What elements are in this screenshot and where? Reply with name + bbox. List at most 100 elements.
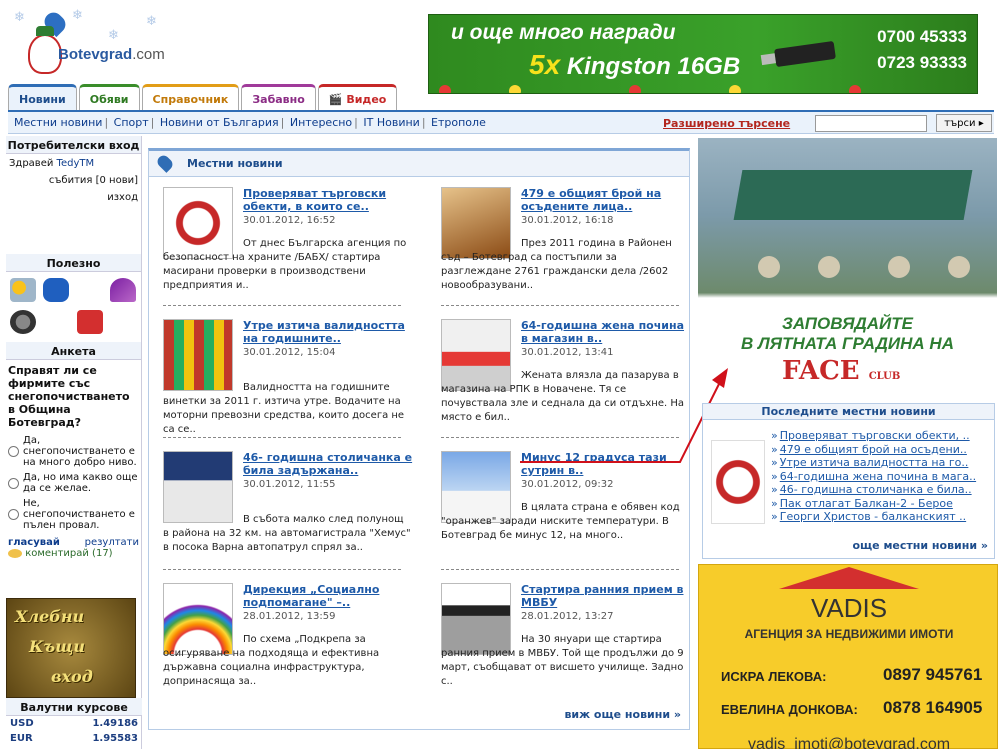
vadis-email: vadis_imoti@botevgrad.com bbox=[747, 736, 951, 749]
currency-box: Валутни курсове USD 1.49186 EUR 1.95583 bbox=[6, 698, 142, 746]
article-card[interactable]: 46- годишна столичанка е била задържана.… bbox=[163, 451, 412, 573]
latest-news-item[interactable]: Проверяват търговски обекти, .. bbox=[771, 429, 976, 443]
poll-option[interactable]: Не, снегопочистването е пълен провал. bbox=[8, 498, 139, 531]
blank-icon bbox=[76, 278, 103, 302]
article-card[interactable]: 64-годишна жена почина в магазин в.. 30.… bbox=[441, 319, 685, 441]
poll-option[interactable]: Да, снегопочистването е на много добро н… bbox=[8, 435, 139, 468]
contact-name: ЕВЕЛИНА ДОНКОВА: bbox=[721, 702, 858, 717]
witch-hat-icon[interactable] bbox=[109, 278, 136, 302]
weather-icon[interactable] bbox=[10, 278, 36, 302]
useful-icons bbox=[6, 272, 141, 342]
tab-news[interactable]: Новини bbox=[8, 84, 77, 110]
poll-option[interactable]: Да, но има какво още да се желае. bbox=[8, 472, 139, 494]
latest-news-item[interactable]: 479 е общият брой на осъдени.. bbox=[771, 443, 976, 457]
latest-news-item[interactable]: 46- годишна столичанка е била.. bbox=[771, 483, 976, 497]
article-title[interactable]: 46- годишна столичанка е била задържана.… bbox=[243, 451, 413, 477]
search-input[interactable] bbox=[815, 115, 927, 132]
search-button[interactable]: търси ▸ bbox=[936, 114, 992, 132]
subnav-etropole[interactable]: Етрополе bbox=[431, 116, 486, 129]
article-title[interactable]: 64-годишна жена почина в магазин в.. bbox=[521, 319, 691, 345]
divider bbox=[163, 437, 401, 438]
username-link[interactable]: TedyTM bbox=[57, 158, 95, 169]
poll-box: Справят ли се фирмите със снегопочистван… bbox=[6, 360, 141, 563]
ornament-icon bbox=[509, 85, 521, 93]
article-excerpt: През 2011 година в Районен съд – Ботевгр… bbox=[441, 238, 672, 291]
article-title[interactable]: Дирекция „Социално подпомагане" –.. bbox=[243, 583, 413, 609]
article-title[interactable]: Проверяват търговски обекти, в които се.… bbox=[243, 187, 413, 213]
vadis-realestate-ad[interactable]: VADIS АГЕНЦИЯ ЗА НЕДВИЖИМИ ИМОТИ ИСКРА Л… bbox=[698, 564, 998, 749]
ad-headline: ЗАПОВЯДАЙТЕ В ЛЯТНАТА ГРАДИНА НА bbox=[741, 314, 954, 353]
article-card[interactable]: 479 е общият брой на осъдените лица.. 30… bbox=[441, 187, 685, 309]
latest-news-item[interactable]: Пак отлагат Балкан-2 - Берое bbox=[771, 497, 976, 511]
vote-link[interactable]: гласувай bbox=[8, 537, 60, 548]
article-date: 28.01.2012, 13:59 bbox=[243, 611, 336, 622]
contact-phone: 0897 945761 bbox=[883, 665, 983, 684]
snowflake-icon: ❄ bbox=[108, 28, 119, 43]
tab-directory[interactable]: Справочник bbox=[141, 84, 240, 110]
ornament-icon bbox=[729, 85, 741, 93]
bfsa-logo-thumb[interactable] bbox=[711, 440, 765, 524]
face-club-ad[interactable]: ЗАПОВЯДАЙТЕ В ЛЯТНАТА ГРАДИНА НА FACE CLU… bbox=[698, 138, 997, 396]
article-date: 30.01.2012, 15:04 bbox=[243, 347, 336, 358]
article-title[interactable]: Стартира ранния прием в МВБУ bbox=[521, 583, 691, 609]
article-card[interactable]: Проверяват търговски обекти, в които се.… bbox=[163, 187, 407, 309]
article-title[interactable]: Утре изтича валидността на годишните.. bbox=[243, 319, 413, 345]
login-box: Здравей TedyTM събития [0 нови] изход bbox=[6, 154, 141, 254]
subnav-sport[interactable]: Спорт bbox=[114, 116, 149, 129]
article-title[interactable]: 479 е общият брой на осъдените лица.. bbox=[521, 187, 691, 213]
subnav-interesting[interactable]: Интересно bbox=[290, 116, 352, 129]
article-card[interactable]: Дирекция „Социално подпомагане" –.. 28.0… bbox=[163, 583, 407, 705]
subnav-it-news[interactable]: IT Новини bbox=[363, 116, 419, 129]
tab-fun[interactable]: Забавно bbox=[241, 84, 316, 110]
divider bbox=[163, 569, 401, 570]
local-news-panel: Местни новини Проверяват търговски обект… bbox=[148, 148, 690, 730]
blank-icon bbox=[43, 310, 70, 334]
subnav-bulgaria[interactable]: Новини от България bbox=[160, 116, 279, 129]
article-excerpt: В цялата страна е обявен код "оранжев" з… bbox=[441, 502, 680, 541]
header-banner-ad[interactable]: и още много награди 5x Kingston 16GB 070… bbox=[428, 14, 978, 94]
radio-button[interactable] bbox=[8, 509, 19, 520]
latest-news-item[interactable]: Утре изтича валидността на го.. bbox=[771, 456, 976, 470]
sidebar-bakery-ad[interactable]: Хлебни Къщи вход bbox=[6, 598, 136, 698]
article-card[interactable]: Утре изтича валидността на годишните.. 3… bbox=[163, 319, 407, 441]
radio-button[interactable] bbox=[8, 446, 19, 457]
more-local-news-link[interactable]: още местни новини » bbox=[852, 539, 988, 552]
phone-icon[interactable] bbox=[76, 310, 103, 334]
site-logo[interactable]: ❄ ❄ ❄ ❄ Botevgrad.com bbox=[12, 8, 172, 80]
article-card[interactable]: Минус 12 градуса тази сутрин в.. 30.01.2… bbox=[441, 451, 685, 573]
site-header: ❄ ❄ ❄ ❄ Botevgrad.com и още много наград… bbox=[0, 0, 1001, 110]
poll-question: Справят ли се фирмите със снегопочистван… bbox=[8, 364, 130, 429]
ornament-icon bbox=[439, 85, 451, 93]
logout-link[interactable]: изход bbox=[107, 192, 138, 203]
events-link[interactable]: събития [0 нови] bbox=[49, 175, 138, 186]
ornament-icon bbox=[629, 85, 641, 93]
article-title[interactable]: Минус 12 градуса тази сутрин в.. bbox=[521, 451, 691, 477]
latest-news-item[interactable]: 64-годишна жена почина в мага.. bbox=[771, 470, 976, 484]
divider bbox=[441, 305, 679, 306]
latest-news-item[interactable]: Георги Христов - балканският .. bbox=[771, 510, 976, 524]
tab-video[interactable]: 🎬 Видео bbox=[317, 84, 398, 110]
more-news-link[interactable]: виж още новини » bbox=[564, 708, 681, 721]
table-graphic bbox=[948, 256, 970, 278]
film-reel-icon[interactable] bbox=[10, 310, 36, 334]
roof-graphic bbox=[779, 567, 919, 589]
subnav-local-news[interactable]: Местни новини bbox=[14, 116, 102, 129]
radio-button[interactable] bbox=[8, 477, 19, 489]
snowflake-icon: ❄ bbox=[146, 14, 157, 29]
main-tabs: Новини Обяви Справочник Забавно 🎬 Видео bbox=[8, 84, 399, 110]
advanced-search-link[interactable]: Разширено търсене bbox=[663, 117, 790, 130]
snowflake-icon: ❄ bbox=[72, 8, 83, 23]
article-excerpt: Валидността на годишните винетки за 2011… bbox=[163, 382, 405, 435]
vadis-name: VADIS bbox=[810, 593, 888, 623]
greeting: Здравей bbox=[9, 158, 54, 169]
ad-brand: FACE CLUB bbox=[782, 356, 901, 386]
results-link[interactable]: резултати bbox=[85, 537, 139, 548]
article-card[interactable]: Стартира ранния прием в МВБУ 28.01.2012,… bbox=[441, 583, 685, 705]
comment-link[interactable]: коментирай (17) bbox=[8, 548, 139, 559]
vadis-subtitle: АГЕНЦИЯ ЗА НЕДВИЖИМИ ИМОТИ bbox=[744, 627, 954, 641]
local-news-title: Местни новини bbox=[187, 157, 283, 170]
divider bbox=[441, 437, 679, 438]
tab-ads[interactable]: Обяви bbox=[78, 84, 140, 110]
usb-drive-icon bbox=[774, 40, 836, 68]
bus-icon[interactable] bbox=[43, 278, 70, 302]
